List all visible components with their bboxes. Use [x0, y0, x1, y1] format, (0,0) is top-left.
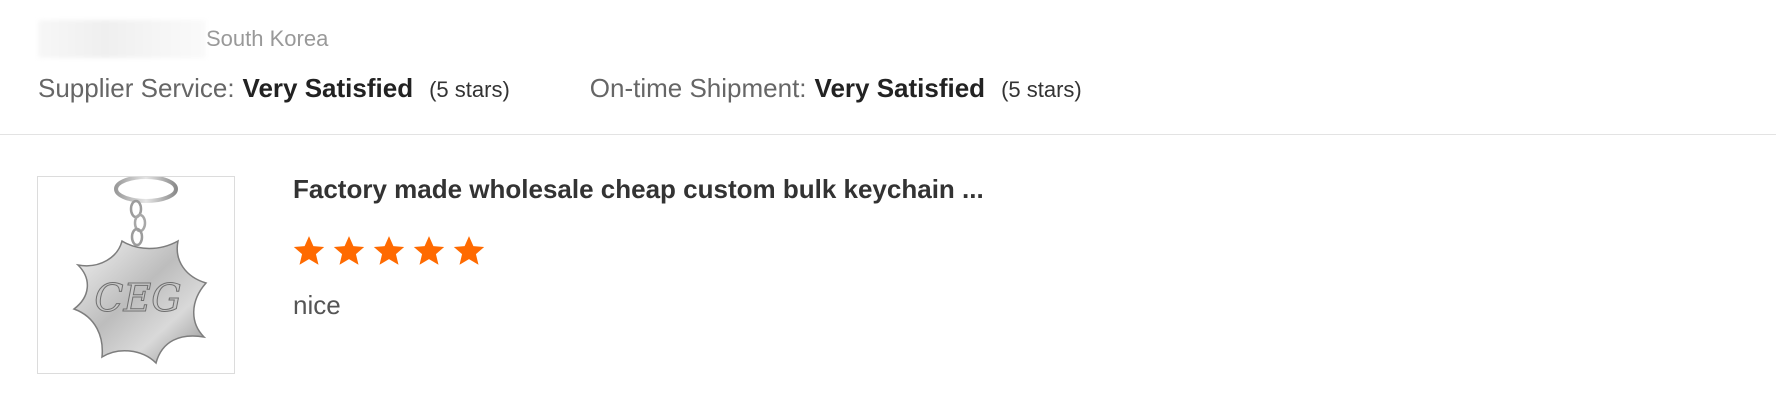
star-icon	[413, 236, 445, 265]
star-icon	[453, 236, 485, 265]
ontime-shipment-value: Very Satisfied	[814, 72, 986, 103]
product-star-rating	[292, 234, 486, 268]
reviewer-country: South Korea	[206, 26, 329, 51]
product-title-link[interactable]: Factory made wholesale cheap custom bulk…	[293, 174, 984, 205]
supplier-service-stars: (5 stars)	[429, 76, 510, 102]
keychain-icon: CEG	[72, 177, 208, 365]
reviewer-name-blurred	[38, 20, 206, 58]
star-icon	[373, 236, 405, 265]
ontime-shipment-label: On-time Shipment:	[589, 72, 807, 103]
section-divider	[0, 134, 1776, 135]
supplier-service-label: Supplier Service:	[38, 72, 235, 103]
supplier-service-value: Very Satisfied	[242, 72, 414, 103]
svg-text:CEG: CEG	[94, 276, 181, 320]
star-icon	[293, 236, 325, 265]
product-image[interactable]: CEG	[37, 176, 235, 374]
supplier-service-rating: Supplier Service: Very Satisfied (5 star…	[38, 73, 510, 104]
ontime-shipment-rating: On-time Shipment: Very Satisfied (5 star…	[590, 73, 1082, 104]
ontime-shipment-stars: (5 stars)	[1001, 76, 1082, 102]
star-icon	[333, 236, 365, 265]
reviewer-info: South Korea	[38, 20, 328, 58]
review-text: nice	[293, 290, 341, 320]
ratings-summary: Supplier Service: Very Satisfied (5 star…	[38, 70, 1082, 106]
